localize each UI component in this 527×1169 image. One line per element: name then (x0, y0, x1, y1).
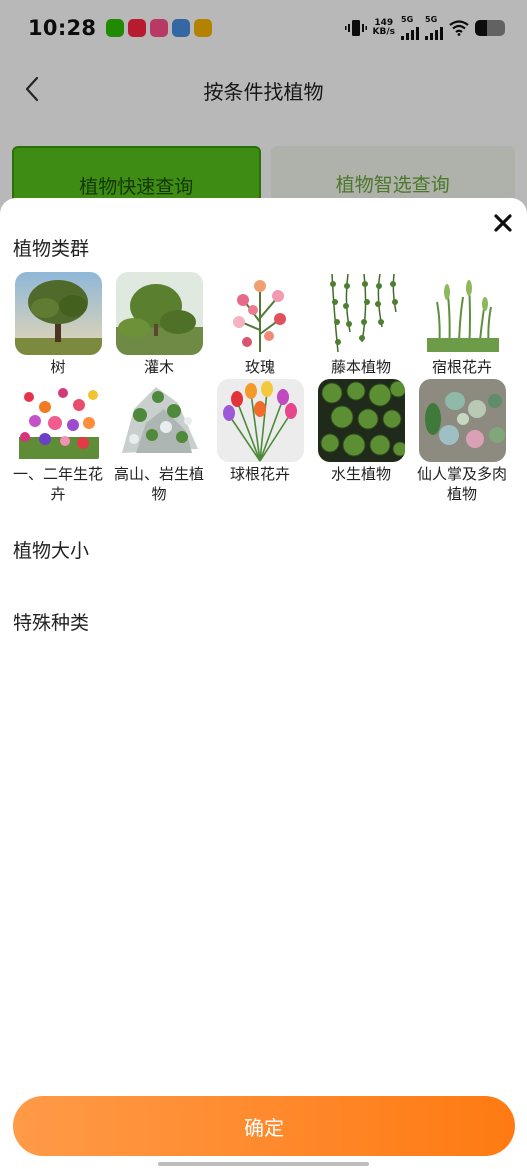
category-shrub[interactable]: 灌木 (109, 272, 209, 377)
category-label: 仙人掌及多肉植物 (416, 465, 507, 503)
close-icon[interactable] (490, 212, 516, 238)
category-label: 玫瑰 (244, 358, 275, 376)
category-label: 宿根花卉 (431, 358, 492, 376)
annual-flower-image (14, 379, 102, 462)
special-type-title[interactable]: 特殊种类 (13, 608, 89, 635)
category-label: 球根花卉 (229, 465, 290, 483)
category-label: 一、二年生花卉 (12, 465, 103, 503)
plant-size-title[interactable]: 植物大小 (13, 536, 89, 563)
tree-image (14, 272, 102, 355)
plant-group-title: 植物类群 (13, 238, 90, 260)
home-indicator (158, 1162, 369, 1166)
alpine-plant-image (115, 379, 203, 462)
category-label: 灌木 (143, 358, 174, 376)
category-aquatic-plant[interactable]: 水生植物 (311, 379, 411, 504)
filter-sheet: 植物类群 树 灌木 玫瑰 藤本植物 宿根花卉 一、二年生花卉 高山、岩生植物 球… (0, 198, 527, 1169)
category-label: 树 (50, 358, 66, 376)
rose-image (216, 272, 304, 355)
category-bulb-flower[interactable]: 球根花卉 (210, 379, 310, 504)
category-alpine-plant[interactable]: 高山、岩生植物 (109, 379, 209, 504)
category-label: 水生植物 (330, 465, 391, 483)
vine-image (317, 272, 405, 355)
perennial-image (418, 272, 506, 355)
category-cactus[interactable]: 仙人掌及多肉植物 (412, 379, 512, 504)
category-annual-flower[interactable]: 一、二年生花卉 (8, 379, 108, 504)
category-rose[interactable]: 玫瑰 (210, 272, 310, 377)
aquatic-plant-image (317, 379, 405, 462)
shrub-image (115, 272, 203, 355)
category-tree[interactable]: 树 (8, 272, 108, 377)
category-label: 高山、岩生植物 (113, 465, 204, 503)
confirm-button[interactable]: 确定 (13, 1096, 515, 1156)
category-vine[interactable]: 藤本植物 (311, 272, 411, 377)
cactus-image (418, 379, 506, 462)
category-label: 藤本植物 (330, 358, 391, 376)
bulb-flower-image (216, 379, 304, 462)
plant-group-grid: 树 灌木 玫瑰 藤本植物 宿根花卉 一、二年生花卉 高山、岩生植物 球根花卉 水… (8, 272, 513, 504)
category-perennial[interactable]: 宿根花卉 (412, 272, 512, 377)
